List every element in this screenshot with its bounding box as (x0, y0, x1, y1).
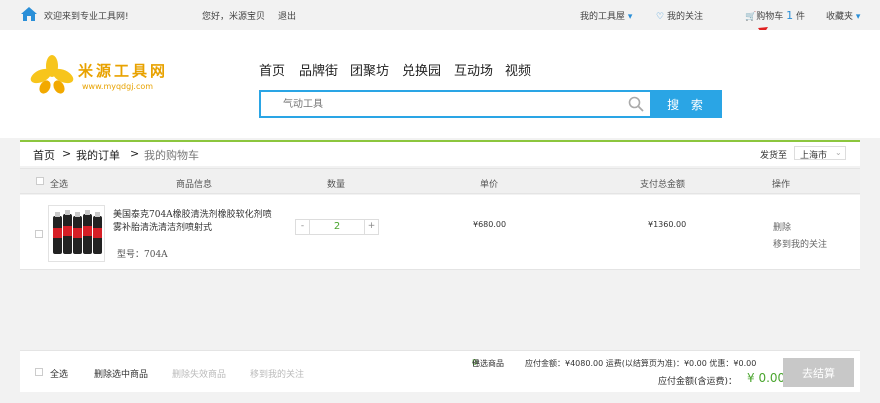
footer-select-all: 全选 (50, 370, 69, 380)
select-all-checkbox[interactable] (36, 177, 44, 185)
header: 米源工具网 www.myqdgj.com 首页 品牌街 团聚坊 兑换园 互动场 … (0, 30, 880, 138)
chevron-down-icon: ⌄ (835, 148, 842, 157)
header-operations: 操作 (772, 180, 791, 190)
item-total: ¥1360.00 (648, 220, 687, 229)
breadcrumb-separator: > (130, 147, 140, 160)
table-row: 美国泰克704A橡胶清洗剂橡胶软化剂喷雾补胎清洗清洁剂喷射式 型号：704A -… (20, 195, 860, 270)
breadcrumb-separator: > (62, 147, 72, 160)
quantity-input[interactable]: 2 (310, 220, 364, 234)
unit-price: ¥680.00 (473, 220, 507, 229)
checkout-button[interactable]: 去结算 (783, 358, 854, 387)
cart-table-header: 全选 商品信息 数量 单价 支付总金额 操作 (20, 168, 860, 194)
move-selected-to-follow-button[interactable]: 移到我的关注 (250, 367, 304, 380)
logo-name: 米源工具网 (78, 62, 169, 80)
logo[interactable]: 米源工具网 www.myqdgj.com (30, 54, 180, 98)
product-title-link[interactable]: 美国泰克704A橡胶清洗剂橡胶软化剂喷雾补胎清洗清洁剂喷射式 (113, 209, 273, 235)
chevron-down-icon: ▾ (855, 12, 861, 22)
header-unit-price: 单价 (480, 180, 499, 190)
ship-city-select[interactable]: 上海市 ⌄ (794, 146, 846, 161)
cart-footer: 全选 删除选中商品 删除失效商品 移到我的关注 已选商品 0 件 应付金额：¥408… (20, 350, 860, 392)
nav-exchange[interactable]: 兑换园 (402, 60, 441, 79)
home-icon[interactable] (20, 6, 38, 22)
breadcrumb-orders[interactable]: 我的订单 (76, 147, 120, 163)
breadcrumb-home[interactable]: 首页 (33, 147, 55, 163)
breadcrumb: 首页 > 我的订单 > 我的购物车 发货至 上海市 ⌄ (20, 142, 860, 166)
nav-interactive[interactable]: 互动场 (454, 60, 493, 79)
item-checkbox[interactable] (35, 230, 43, 238)
cart-count: 1 (786, 9, 794, 22)
welcome-text: 欢迎来到专业工具网! (44, 12, 129, 22)
search-icon[interactable] (628, 96, 644, 112)
search-box (259, 90, 652, 118)
cart-icon: 🛒 (745, 12, 757, 22)
decrease-button[interactable]: - (296, 220, 310, 234)
nav-home[interactable]: 首页 (259, 60, 285, 79)
increase-button[interactable]: + (364, 220, 378, 234)
pay-amount-label: 应付金额(含运费)： (658, 377, 738, 387)
header-quantity: 数量 (327, 180, 346, 190)
nav-brand-street[interactable]: 品牌街 (299, 60, 338, 79)
search-button[interactable]: 搜 索 (652, 90, 722, 118)
product-model: 型号：704A (117, 250, 168, 260)
favorites-link[interactable]: 收藏夹 ▾ (826, 9, 860, 22)
header-select-all: 全选 (50, 180, 69, 190)
ship-to-label: 发货至 (760, 151, 788, 161)
nav-video[interactable]: 视频 (505, 60, 531, 79)
breadcrumb-current: 我的购物车 (144, 149, 199, 162)
logo-url: www.myqdgj.com (82, 82, 154, 91)
move-to-follow-link[interactable]: 移到我的关注 (773, 237, 827, 250)
my-tools-link[interactable]: 我的工具屋 ▾ (580, 9, 632, 22)
delete-item-link[interactable]: 删除 (773, 220, 791, 233)
delete-selected-button[interactable]: 删除选中商品 (94, 367, 148, 380)
chevron-down-icon: ▾ (627, 12, 633, 22)
spray-can-image (53, 210, 102, 254)
delete-invalid-button[interactable]: 删除失效商品 (172, 367, 226, 380)
search-input[interactable] (283, 92, 623, 116)
nav-group-buy[interactable]: 团聚坊 (350, 60, 389, 79)
ship-city-value: 上海市 (800, 151, 828, 161)
pay-amount: ¥ 0.00 (747, 371, 786, 385)
cart-link[interactable]: 🛒购物车 1 件 (745, 9, 805, 22)
amount-summary: 应付金额：¥4080.00 运费(以结算页为准)：¥0.00 优惠：¥0.00 (525, 359, 757, 368)
footer-select-all-checkbox[interactable] (35, 368, 43, 376)
logout-link[interactable]: 退出 (278, 9, 296, 22)
header-total: 支付总金额 (640, 180, 686, 190)
product-image[interactable] (48, 205, 105, 262)
logo-leaf-icon (30, 55, 74, 94)
my-follow-link[interactable]: ♡ 我的关注 (656, 9, 703, 22)
user-greeting-link[interactable]: 您好，米源宝贝 (202, 9, 265, 22)
quantity-stepper: - 2 + (295, 219, 379, 235)
heart-icon: ♡ (656, 12, 665, 22)
header-product-info: 商品信息 (176, 180, 213, 190)
